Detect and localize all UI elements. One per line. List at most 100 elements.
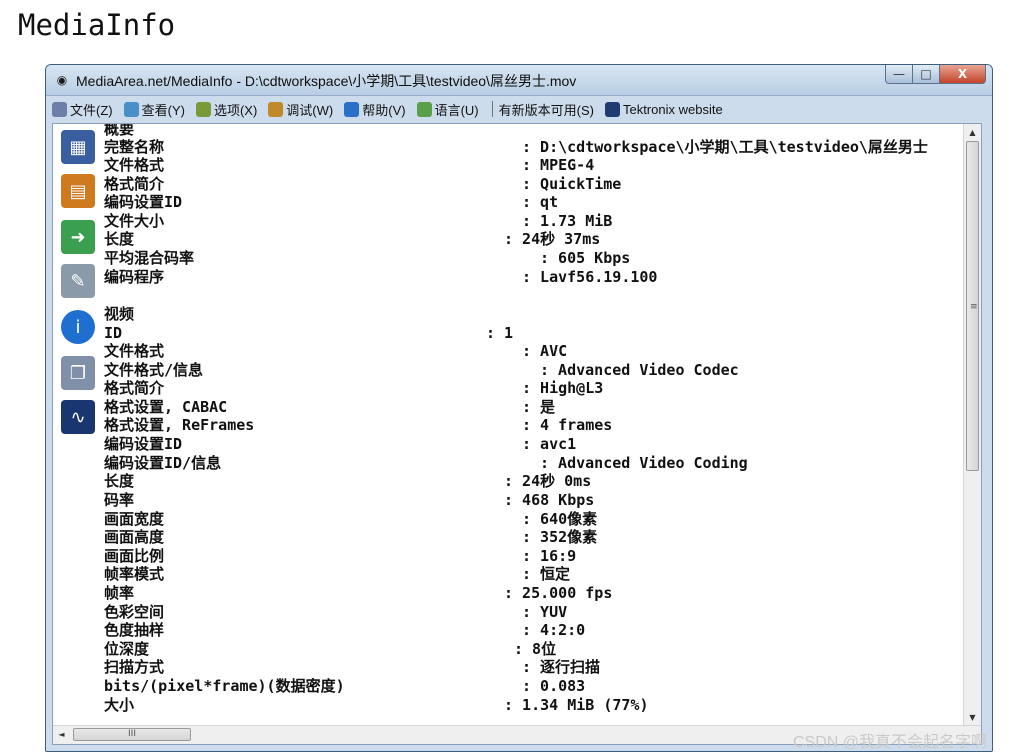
scroll-down-arrow-icon[interactable]: ▼ — [964, 709, 981, 726]
speaker-icon: ◉ — [56, 73, 68, 87]
menu-item-1[interactable]: 查看(Y) — [123, 100, 185, 119]
field-label: 位深度 — [104, 640, 150, 658]
horizontal-scroll-thumb[interactable]: III — [73, 728, 191, 741]
info-text-area[interactable]: 概要 完整名称 : D:\cdtworkspace\小学期\工具\testvideo… — [104, 124, 966, 726]
field-value: : Advanced Video Coding — [540, 454, 748, 472]
field-label: 画面高度 — [104, 528, 165, 546]
watermark: CSDN @我真不会起名字啊 — [793, 734, 988, 751]
field-label: 文件大小 — [104, 212, 165, 230]
field-label: 平均混合码率 — [104, 249, 195, 267]
maximize-button[interactable]: □ — [913, 65, 940, 84]
field-label: 概要 — [104, 124, 135, 138]
export-icon[interactable]: ➜ — [61, 220, 95, 254]
window-title: MediaArea.net/MediaInfo - D:\cdtworkspac… — [76, 73, 577, 89]
field-value: : 1.34 MiB (77%) — [504, 696, 649, 714]
field-label: ID — [104, 324, 123, 342]
scroll-left-arrow-icon[interactable]: ◄ — [53, 726, 70, 743]
field-label: 帧率模式 — [104, 565, 165, 583]
field-label: 文件格式/信息 — [104, 361, 204, 379]
field-label: 格式简介 — [104, 175, 165, 193]
field-value: : Advanced Video Codec — [540, 361, 739, 379]
field-label: 帧率 — [104, 584, 135, 602]
field-label: 色度抽样 — [104, 621, 165, 639]
menu-item-label: 文件(Z) — [70, 102, 113, 118]
tektronix-icon — [604, 101, 620, 117]
vertical-scroll-thumb[interactable]: ≡ — [966, 141, 979, 471]
field-label: 画面宽度 — [104, 510, 165, 528]
field-value: : 468 Kbps — [504, 491, 595, 509]
menu-item-3[interactable]: 调试(W) — [268, 100, 333, 119]
menu-item-0[interactable]: 文件(Z) — [52, 100, 113, 119]
menu-item-4[interactable]: 帮助(V) — [344, 100, 406, 119]
view-icon — [123, 101, 139, 117]
debug-icon — [268, 101, 284, 117]
field-value: : 逐行扫描 — [522, 658, 601, 676]
menu-item-label: 选项(X) — [213, 102, 258, 118]
field-value: : 16:9 — [522, 547, 577, 565]
client-area: ▦ ▤ ➜ ✎ i ❐ ∿ 概要 完整名称 : D:\cdtworkspace\小学期\工具\t… — [52, 123, 982, 745]
options-icon — [195, 101, 211, 117]
menu-item-6[interactable]: 有新版本可用(S) — [499, 100, 594, 119]
field-label: 编码设置ID/信息 — [104, 454, 222, 472]
field-label: bits/(pixel*frame)(数据密度) — [104, 677, 345, 695]
field-value: : 605 Kbps — [540, 249, 631, 267]
field-value: : MPEG-4 — [522, 156, 595, 174]
menu-item-5[interactable]: 语言(U) — [416, 100, 479, 119]
field-label: 文件格式 — [104, 156, 165, 174]
field-label: 文件格式 — [104, 342, 165, 360]
menu-item-label: 调试(W) — [286, 102, 334, 118]
field-value: : 352像素 — [522, 528, 598, 546]
field-value: : 24秒 0ms — [504, 472, 592, 490]
preferences-icon[interactable]: ✎ — [61, 264, 95, 298]
menu-item-label: 查看(Y) — [141, 102, 185, 118]
field-value: : High@L3 — [522, 379, 604, 397]
field-label: 视频 — [104, 305, 135, 323]
field-value: : 24秒 37ms — [504, 230, 601, 248]
field-label: 码率 — [104, 491, 135, 509]
field-label: 格式设置, ReFrames — [104, 416, 255, 434]
vertical-scrollbar[interactable]: ▲ ≡ ▼ — [963, 124, 981, 726]
field-value: : 4:2:0 — [522, 621, 586, 639]
field-label: 大小 — [104, 696, 135, 714]
sheet-view-icon[interactable]: ▦ — [61, 130, 95, 164]
file-icon — [52, 101, 67, 117]
minimize-button[interactable]: — — [885, 65, 913, 84]
batch-icon[interactable]: ❐ — [61, 356, 95, 390]
tree-view-icon[interactable]: ▤ — [61, 174, 95, 208]
menu-item-label: Tektronix website — [622, 101, 723, 117]
scroll-up-arrow-icon[interactable]: ▲ — [964, 124, 981, 141]
field-label: 扫描方式 — [104, 658, 165, 676]
title-bar[interactable]: ◉ MediaArea.net/MediaInfo - D:\cdtworksp… — [46, 65, 992, 96]
field-value: : 4 frames — [522, 416, 613, 434]
menu-item-label: 有新版本可用(S) — [498, 102, 594, 118]
field-value: : 8位 — [514, 640, 557, 658]
about-icon[interactable]: i — [61, 310, 95, 344]
field-value: : D:\cdtworkspace\小学期\工具\testvideo\屌丝男士 — [522, 138, 928, 156]
field-value: : 25.000 fps — [504, 584, 613, 602]
field-value: : 1.73 MiB — [522, 212, 613, 230]
menu-item-7[interactable]: Tektronix website — [604, 101, 723, 117]
help-icon — [344, 101, 360, 117]
field-label: 编码设置ID — [104, 193, 183, 211]
field-value: : qt — [522, 193, 559, 211]
sidebar: ▦ ▤ ➜ ✎ i ❐ ∿ — [53, 124, 99, 726]
field-label: 格式简介 — [104, 379, 165, 397]
field-label: 编码程序 — [104, 268, 165, 286]
field-value: : avc1 — [522, 435, 577, 453]
field-value: : 1 — [486, 324, 514, 342]
language-icon — [416, 101, 432, 117]
field-label: 画面比例 — [104, 547, 165, 565]
field-value: : 0.083 — [522, 677, 586, 695]
close-button[interactable]: X — [940, 65, 986, 84]
field-value: : Lavf56.19.100 — [522, 268, 658, 286]
menu-separator — [491, 101, 493, 117]
page-title: MediaInfo — [18, 8, 176, 42]
field-label: 完整名称 — [104, 138, 165, 156]
menu-item-label: 帮助(V) — [362, 102, 406, 118]
field-value: : YUV — [522, 603, 568, 621]
menu-item-2[interactable]: 选项(X) — [195, 100, 258, 119]
field-label: 长度 — [104, 472, 135, 490]
field-value: : AVC — [522, 342, 568, 360]
tektronix-logo-icon[interactable]: ∿ — [61, 400, 95, 434]
field-label: 色彩空间 — [104, 603, 165, 621]
